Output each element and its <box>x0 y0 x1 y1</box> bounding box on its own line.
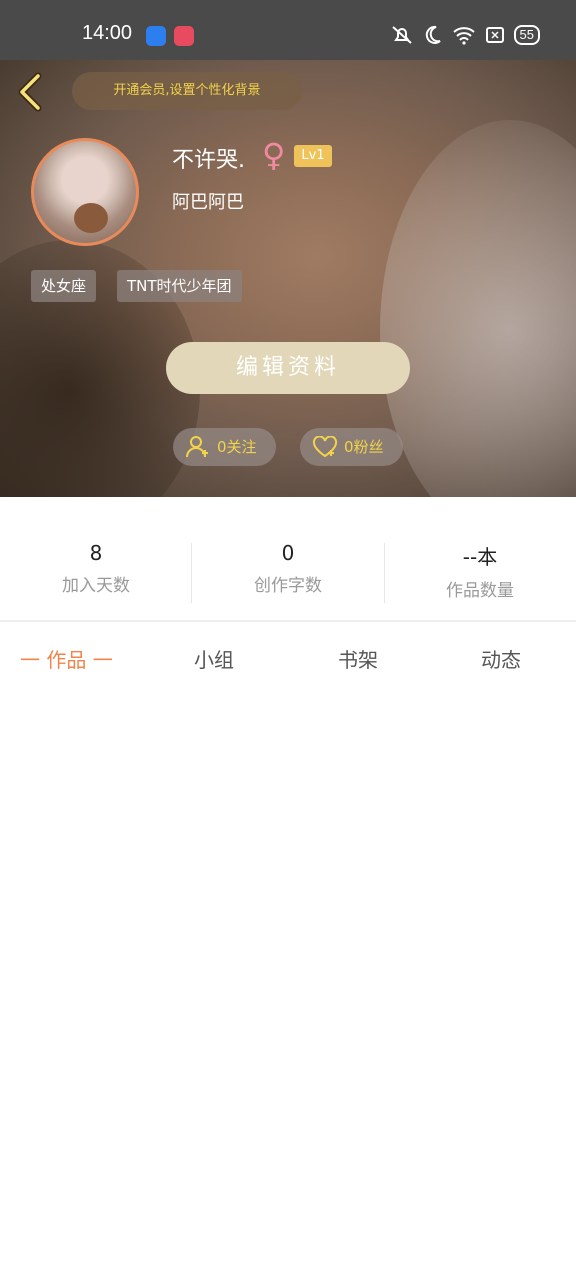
following-count: 0关注 <box>217 438 257 456</box>
signature: 阿巴阿巴 <box>172 192 244 213</box>
tab-activity[interactable]: 动态 <box>481 644 521 673</box>
sim-icon <box>485 27 504 43</box>
wifi-icon <box>452 27 475 45</box>
tab-groups[interactable]: 小组 <box>194 644 234 673</box>
stat-label: 作品数量 <box>446 581 514 601</box>
level-badge: Lv1 <box>294 145 332 167</box>
stat-value: --本 <box>462 545 498 569</box>
avatar[interactable] <box>31 138 139 246</box>
add-user-icon <box>186 436 208 458</box>
edit-profile-button[interactable]: 编辑资料 <box>166 342 410 394</box>
stat-works-count: --本 作品数量 <box>384 541 576 601</box>
nickname: 不许哭. <box>172 148 245 173</box>
battery-indicator: 55 <box>513 25 540 45</box>
stat-value: 0 <box>281 541 295 565</box>
tab-content-area <box>0 700 576 1280</box>
female-gender-icon: ♀ <box>262 136 286 174</box>
stats-row: 8 加入天数 0 创作字数 --本 作品数量 <box>0 497 576 621</box>
profile-tabs: 一 作品 一 小组 书架 动态 <box>0 620 576 702</box>
recording-app-icon <box>174 26 194 46</box>
tag-fandom[interactable]: TNT时代少年团 <box>117 270 242 302</box>
stat-join-days: 8 加入天数 <box>0 541 192 596</box>
tag-zodiac[interactable]: 处女座 <box>31 270 97 302</box>
followers-button[interactable]: 0粉丝 <box>300 428 403 466</box>
stat-value: 8 <box>89 541 103 565</box>
vip-background-banner[interactable]: 开通会员,设置个性化背景 <box>72 72 302 110</box>
following-button[interactable]: 0关注 <box>173 428 276 466</box>
stat-word-count: 0 创作字数 <box>192 541 384 596</box>
mute-bell-icon <box>391 26 412 44</box>
stat-label: 加入天数 <box>62 576 130 596</box>
status-time: 14:00 <box>82 22 133 44</box>
status-bar: 14:00 55 <box>0 0 576 60</box>
heart-icon <box>312 436 338 458</box>
android-app-icon <box>146 26 166 46</box>
tab-works[interactable]: 一 作品 一 <box>20 644 113 673</box>
avatar-bear <box>74 203 108 233</box>
followers-count: 0粉丝 <box>344 438 384 456</box>
moon-icon <box>425 25 441 44</box>
stat-label: 创作字数 <box>254 576 322 596</box>
status-icons: 55 <box>390 22 540 48</box>
back-arrow-icon[interactable] <box>16 72 46 112</box>
tab-bookshelf[interactable]: 书架 <box>338 644 378 673</box>
